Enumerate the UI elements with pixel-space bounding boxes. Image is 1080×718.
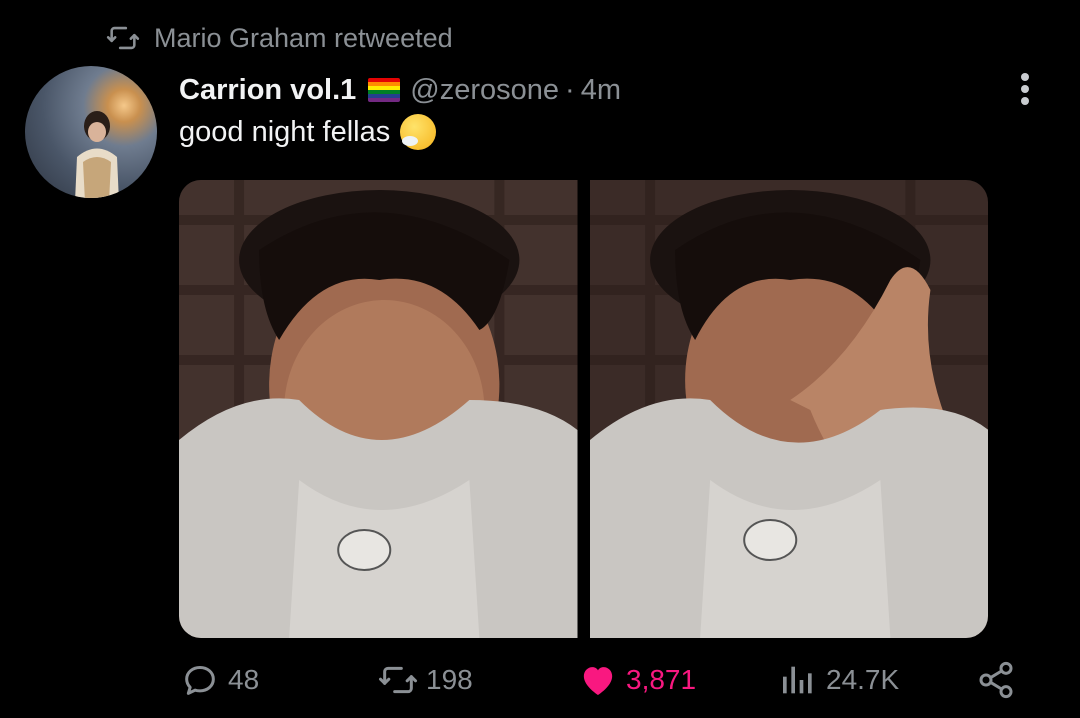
sneezing-face-emoji-icon — [400, 114, 437, 150]
retweeted-by-label[interactable]: Mario Graham retweeted — [154, 23, 453, 54]
retweet-icon — [106, 26, 140, 50]
like-button[interactable]: 3,871 — [578, 650, 696, 710]
views-button[interactable]: 24.7K — [778, 650, 899, 710]
user-handle[interactable]: @zerosone — [410, 74, 559, 107]
heart-icon — [583, 667, 613, 695]
display-name[interactable]: Carrion vol.1 — [179, 74, 356, 107]
tweet-header: Carrion vol.1 @zerosone · 4m — [179, 70, 621, 110]
media-grid — [179, 180, 988, 638]
retweet-count: 198 — [426, 664, 473, 695]
share-button[interactable] — [976, 650, 1016, 710]
avatar-figure — [75, 111, 119, 198]
avatar[interactable] — [25, 66, 157, 198]
views-chart-icon — [783, 666, 812, 694]
tweet-text: good night fellas — [179, 115, 391, 148]
action-bar: 48 198 3,871 24.7K — [0, 650, 1080, 710]
reply-button[interactable]: 48 — [180, 650, 259, 710]
separator-dot: · — [565, 73, 575, 106]
retweet-indicator: Mario Graham retweeted — [106, 20, 453, 56]
retweet-icon — [379, 666, 417, 694]
photo-2[interactable] — [589, 180, 988, 638]
more-options-icon[interactable] — [1012, 72, 1038, 108]
retweet-button[interactable]: 198 — [378, 650, 473, 710]
photo-2-image — [589, 180, 988, 638]
photo-1-image — [179, 180, 578, 638]
like-count: 3,871 — [626, 664, 697, 695]
reply-icon — [185, 666, 215, 695]
photo-1[interactable] — [179, 180, 578, 638]
rainbow-flag-icon — [368, 78, 401, 102]
share-icon — [979, 661, 1013, 699]
timestamp[interactable]: 4m — [581, 74, 621, 107]
tweet-body: good night fellas — [179, 114, 437, 150]
reply-count: 48 — [228, 664, 260, 695]
views-count: 24.7K — [826, 664, 900, 695]
